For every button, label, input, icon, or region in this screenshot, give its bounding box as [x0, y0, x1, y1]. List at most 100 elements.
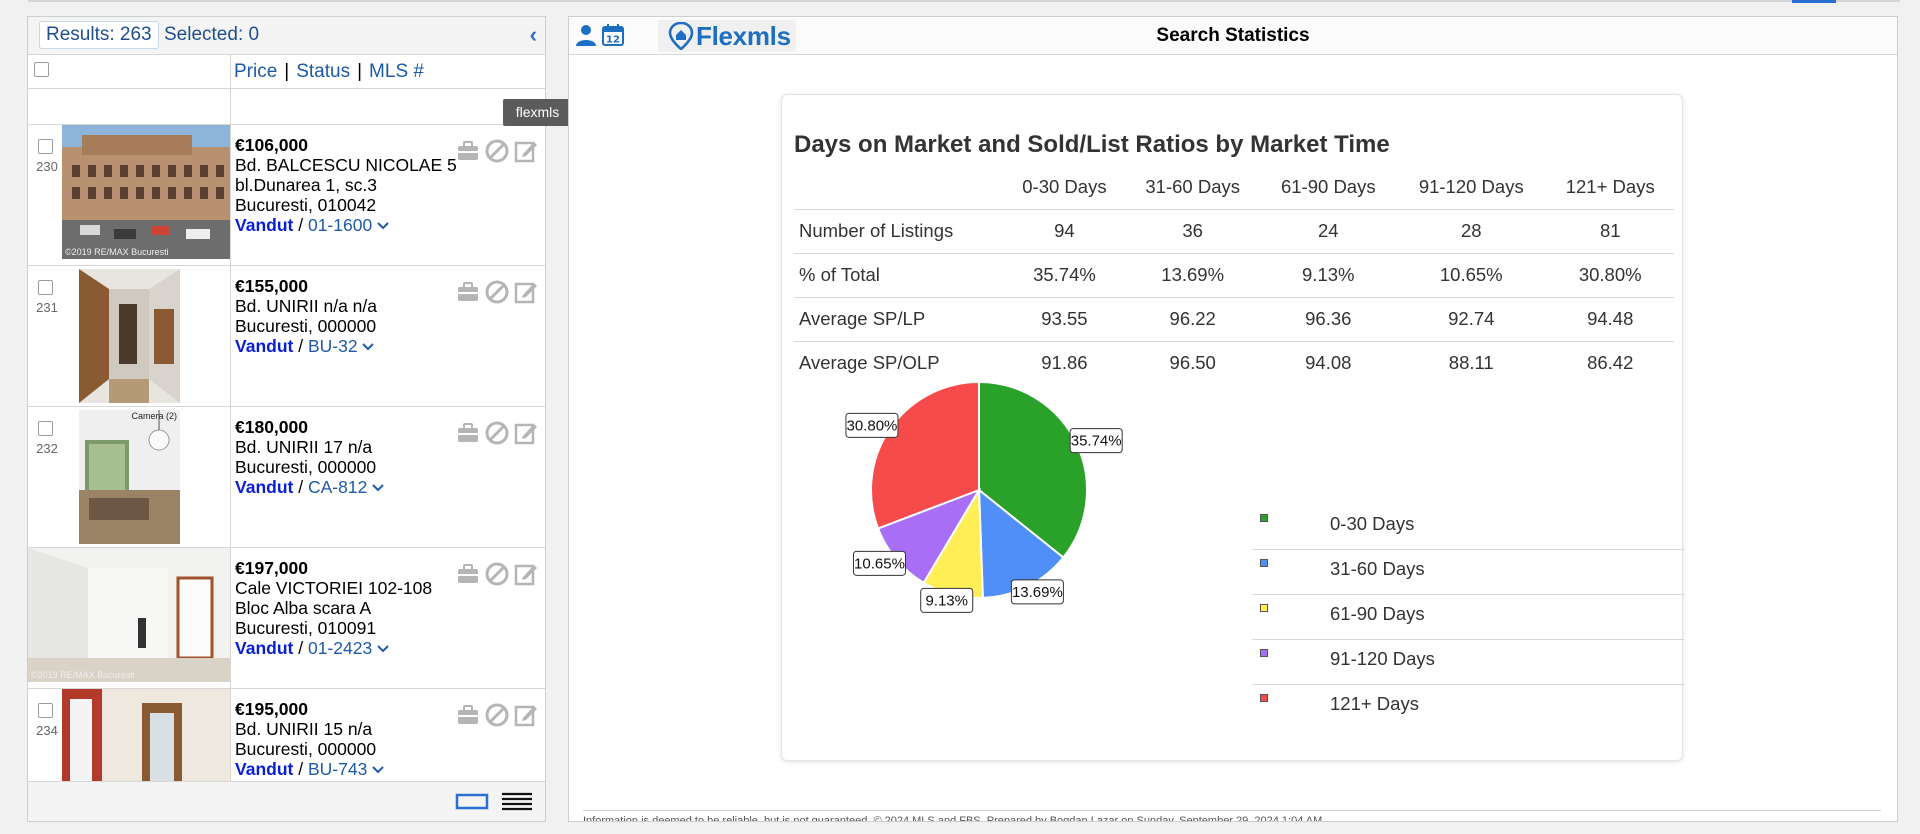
listing-price: €197,000: [235, 558, 308, 578]
sort-links: Price | Status | MLS #: [234, 61, 424, 83]
listing-photo[interactable]: ©2019 RE/MAX Bucuresti: [28, 548, 230, 682]
column-divider: [230, 55, 231, 124]
listing-checkbox[interactable]: [38, 703, 53, 718]
legend-item[interactable]: 61-90 Days: [1252, 595, 1684, 640]
row-label: Average SP/LP: [794, 297, 1004, 342]
listing-checkbox[interactable]: [38, 280, 53, 295]
listing-status[interactable]: Vandut: [235, 759, 293, 779]
list-view-icon[interactable]: [500, 791, 534, 811]
listing-price: €180,000: [235, 417, 308, 437]
listing-city: Bucuresti, 010042: [235, 195, 377, 215]
block-icon[interactable]: [485, 280, 509, 304]
chevron-down-icon[interactable]: [377, 222, 389, 231]
listing-address: bl.Dunarea 1, sc.3: [235, 175, 378, 195]
legend-label: 0-30 Days: [1330, 513, 1415, 534]
filter-row: [28, 89, 545, 125]
sort-status-link[interactable]: Status: [296, 61, 350, 82]
table-row: Number of Listings 94 36 24 28 81: [794, 209, 1674, 254]
table-cell: 30.80%: [1546, 253, 1674, 298]
chevron-down-icon[interactable]: [372, 484, 384, 493]
listing-photo[interactable]: ©2019 RE/MAX Bucuresti: [62, 125, 230, 259]
legend-swatch: [1260, 694, 1268, 702]
results-footer: [28, 781, 545, 821]
active-tab-indicator: [1792, 0, 1836, 3]
pie-chart: 35.74% 13.69% 9.13% 10.65% 30.80%: [782, 365, 1202, 695]
listing-row[interactable]: 232 Camera (2) €180,000 Bd. UNIRII 17 n/…: [28, 407, 545, 548]
table-cell: 24: [1260, 209, 1397, 254]
table-cell: 9.13%: [1260, 253, 1397, 298]
select-all-checkbox[interactable]: [34, 62, 49, 77]
block-icon[interactable]: [485, 421, 509, 445]
edit-note-icon[interactable]: [514, 703, 538, 727]
svg-text:30.80%: 30.80%: [847, 417, 898, 434]
listing-status[interactable]: Vandut: [235, 477, 293, 497]
collapse-panel-button[interactable]: ‹: [530, 24, 537, 46]
listing-checkbox[interactable]: [38, 139, 53, 154]
sort-price-link[interactable]: Price: [234, 61, 277, 82]
legend-item[interactable]: 121+ Days: [1252, 685, 1684, 730]
listing-status[interactable]: Vandut: [235, 215, 293, 235]
briefcase-icon[interactable]: [456, 421, 480, 445]
legend-item[interactable]: 31-60 Days: [1252, 550, 1684, 595]
block-icon[interactable]: [485, 139, 509, 163]
legend-label: 91-120 Days: [1330, 648, 1435, 669]
listing-photo[interactable]: Camera (2): [79, 410, 180, 544]
briefcase-icon[interactable]: [456, 280, 480, 304]
results-panel: Results: 263 Selected: 0 ‹ Price | Status |…: [27, 16, 546, 822]
briefcase-icon[interactable]: [456, 562, 480, 586]
legend-item[interactable]: 0-30 Days: [1252, 505, 1684, 550]
edit-note-icon[interactable]: [514, 280, 538, 304]
block-icon[interactable]: [485, 703, 509, 727]
table-cell: 94: [1004, 209, 1125, 254]
listing-actions: [456, 139, 538, 163]
listing-mls-link[interactable]: BU-32: [308, 336, 358, 356]
listing-mls-link[interactable]: BU-743: [308, 759, 367, 779]
statistics-panel: 12 Flexmls Search Statistics Days on Mar…: [568, 16, 1898, 822]
selected-count[interactable]: Selected: 0: [164, 21, 259, 49]
legend-item[interactable]: 91-120 Days: [1252, 640, 1684, 685]
listing-mls-link[interactable]: 01-2423: [308, 638, 372, 658]
listing-checkbox[interactable]: [38, 421, 53, 436]
listing-price: €106,000: [235, 135, 308, 155]
listing-status[interactable]: Vandut: [235, 336, 293, 356]
legend-swatch: [1260, 514, 1268, 522]
chevron-down-icon[interactable]: [372, 766, 384, 775]
briefcase-icon[interactable]: [456, 703, 480, 727]
table-cell: 10.65%: [1396, 253, 1547, 298]
listing-actions: [456, 703, 538, 727]
sort-separator: |: [357, 61, 363, 82]
footer-disclaimer: Information is deemed to be reliable, bu…: [583, 815, 1326, 821]
listing-row[interactable]: 234 €195,000 Bd. UNIRII 15 n/a Bucuresti…: [28, 689, 545, 795]
listing-status[interactable]: Vandut: [235, 638, 293, 658]
row-label: Number of Listings: [794, 209, 1004, 254]
listing-row[interactable]: 233 ©2019 RE/MAX Bucuresti €197,000 Cale…: [28, 548, 545, 689]
listing-mls-link[interactable]: CA-812: [308, 477, 367, 497]
chevron-down-icon[interactable]: [377, 645, 389, 654]
edit-note-icon[interactable]: [514, 562, 538, 586]
listing-actions: [456, 421, 538, 445]
edit-note-icon[interactable]: [514, 421, 538, 445]
listing-photo[interactable]: [79, 269, 180, 403]
legend-label: 121+ Days: [1330, 693, 1419, 714]
listing-address: Bd. UNIRII 15 n/a: [235, 719, 373, 739]
listing-mls-link[interactable]: 01-1600: [308, 215, 372, 235]
results-count[interactable]: Results: 263: [39, 21, 159, 49]
edit-note-icon[interactable]: [514, 139, 538, 163]
listing-photo[interactable]: [62, 689, 230, 795]
card-view-icon[interactable]: [455, 791, 489, 811]
table-cell: 88.11: [1448, 352, 1494, 374]
sort-mls-link[interactable]: MLS #: [369, 61, 424, 82]
listing-row[interactable]: 231 €155,000 Bd. UNIRII n/a n/a Bucurest…: [28, 266, 545, 407]
svg-text:9.13%: 9.13%: [925, 592, 968, 609]
listing-address: Bucuresti, 000000: [235, 457, 377, 477]
column-divider: [230, 125, 231, 265]
listing-address: Bloc Alba scara A: [235, 598, 372, 618]
chevron-down-icon[interactable]: [362, 343, 375, 352]
briefcase-icon[interactable]: [456, 139, 480, 163]
listing-row[interactable]: 230 ©2019 RE/MAX Bucuresti €106,000 Bd. …: [28, 125, 545, 266]
listing-index: 234: [36, 723, 58, 738]
svg-text:13.69%: 13.69%: [1012, 584, 1063, 601]
table-row: % of Total 35.74% 13.69% 9.13% 10.65% 30…: [794, 253, 1674, 298]
table-cell: 92.74: [1396, 297, 1547, 342]
block-icon[interactable]: [485, 562, 509, 586]
